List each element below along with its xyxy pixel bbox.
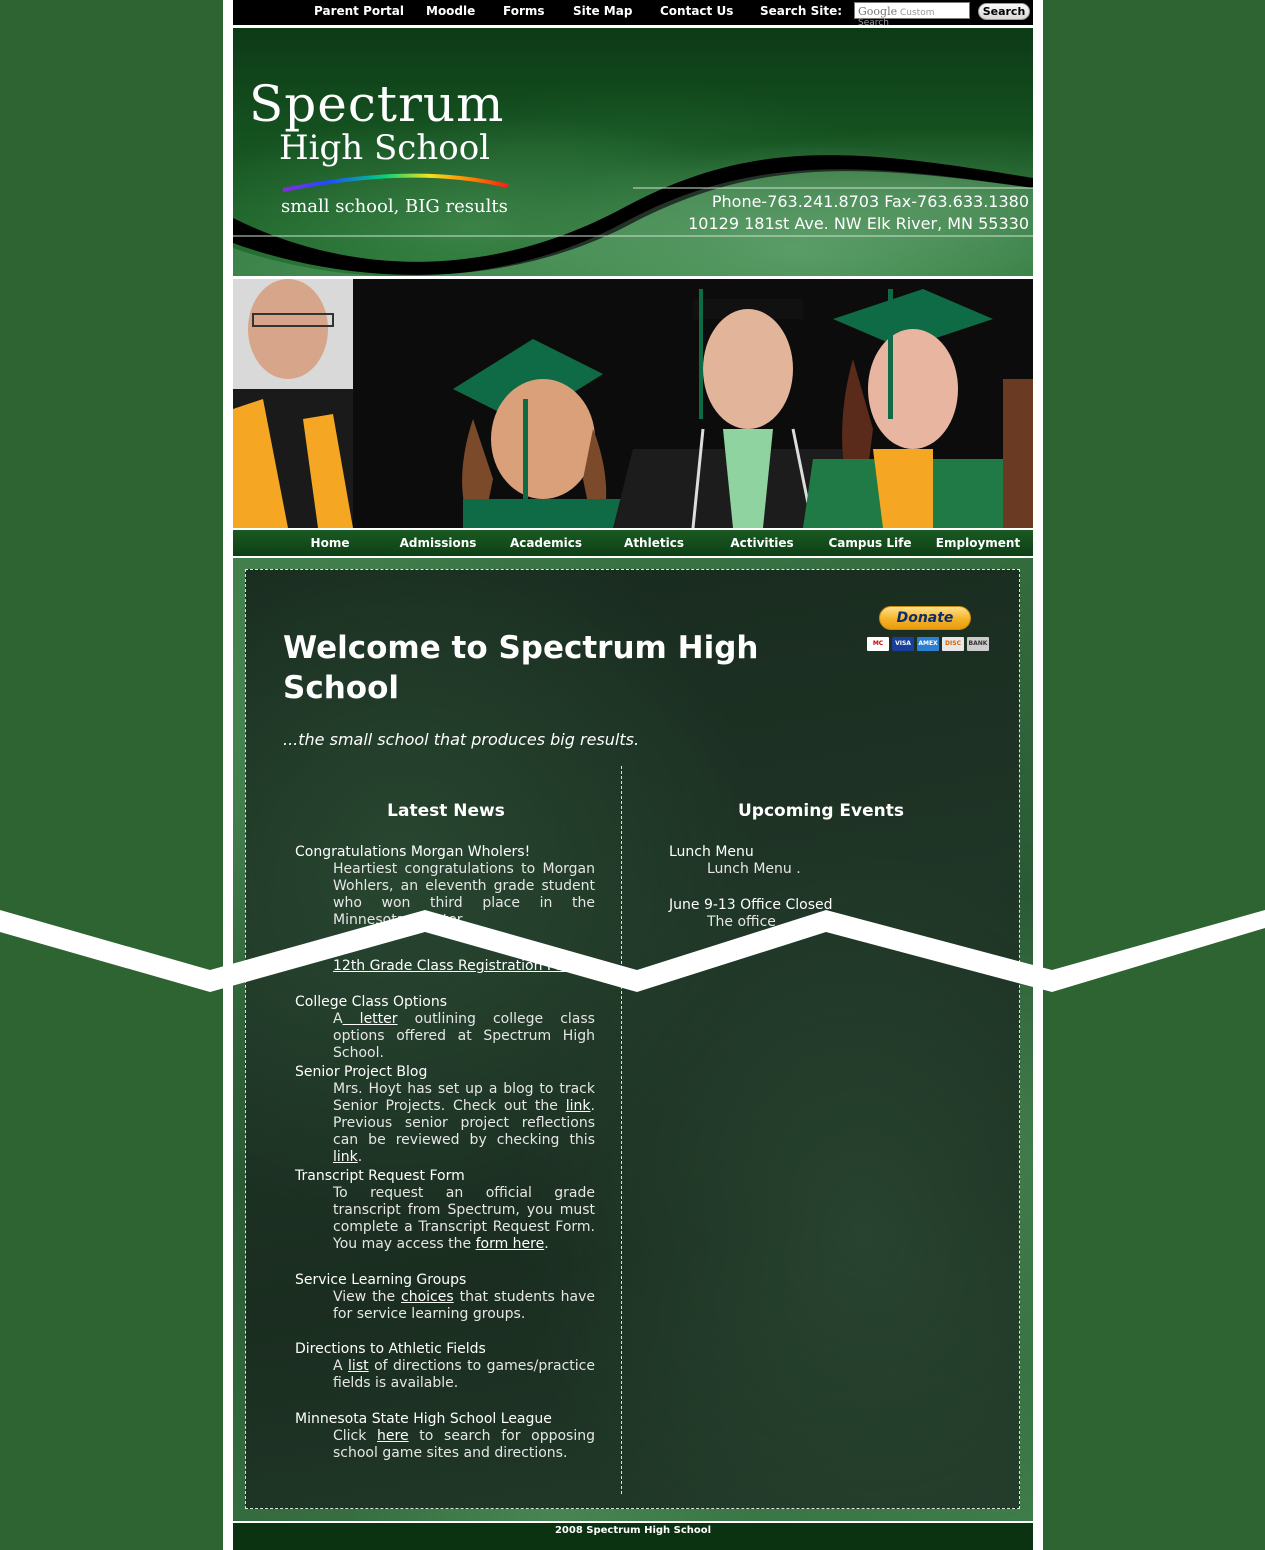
nav-campus-life[interactable]: Campus Life [820, 536, 920, 550]
column-divider [621, 766, 622, 1494]
mastercard-icon: MC [867, 637, 889, 651]
news-title-mshsl: Minnesota State High School League [295, 1411, 552, 1427]
page-title: Welcome to Spectrum High School [283, 630, 759, 706]
news-title-morgan: Congratulations Morgan Wholers! [295, 844, 531, 860]
directions-list-link[interactable]: list [348, 1358, 369, 1374]
parent-portal-link[interactable]: Parent Portal [314, 4, 404, 18]
graduates-illustration [233, 279, 1033, 528]
news-body-senior: Mrs. Hoyt has set up a blog to track Sen… [333, 1081, 595, 1165]
news-title-senior: Senior Project Blog [295, 1064, 428, 1080]
contact-us-link[interactable]: Contact Us [660, 4, 733, 18]
transcript-form-link[interactable]: form here [476, 1236, 545, 1252]
news-title-transcript: Transcript Request Form [295, 1168, 465, 1184]
service-choices-link[interactable]: choices [401, 1289, 454, 1305]
footer-copyright: 2008 Spectrum High School [554, 1525, 712, 1536]
nav-employment[interactable]: Employment [928, 536, 1028, 550]
senior-blog-link[interactable]: link [566, 1098, 591, 1114]
graduation-photo [233, 279, 1033, 528]
search-button[interactable]: Search [978, 3, 1030, 20]
search-label: Search Site: [760, 4, 843, 18]
top-bar: Parent Portal Moodle Forms Site Map Cont… [233, 0, 1033, 28]
main-nav: Home Admissions Academics Athletics Acti… [233, 530, 1033, 556]
letter-link[interactable]: letter [343, 1011, 398, 1027]
senior-reflections-link[interactable]: link [333, 1149, 358, 1165]
news-body-transcript: To request an official grade transcript … [333, 1185, 595, 1252]
payment-cards: MC VISA AMEX DISC BANK [867, 637, 989, 651]
logo-title: Spectrum [249, 75, 505, 133]
logo-tagline: small school, BIG results [281, 196, 508, 217]
amex-icon: AMEX [917, 637, 939, 651]
event-title-lunch[interactable]: Lunch Menu [669, 844, 754, 860]
nav-home[interactable]: Home [280, 536, 380, 550]
news-body-service: View the choices that students have for … [333, 1289, 595, 1322]
page-cut-overlay [0, 910, 1265, 992]
nav-academics[interactable]: Academics [496, 536, 596, 550]
content-panel: Welcome to Spectrum High School ...the s… [245, 569, 1020, 1509]
event-body-lunch: Lunch Menu . [707, 861, 801, 877]
content-area: Welcome to Spectrum High School ...the s… [233, 558, 1033, 1521]
mshsl-here-link[interactable]: here [377, 1428, 409, 1444]
nav-admissions[interactable]: Admissions [388, 536, 488, 550]
phone-fax: Phone-763.241.8703 Fax-763.633.1380 [711, 192, 1029, 211]
site-map-link[interactable]: Site Map [573, 4, 632, 18]
news-title-service: Service Learning Groups [295, 1272, 467, 1288]
search-input[interactable]: Google Custom Search [854, 2, 970, 28]
google-logo: Google [858, 5, 898, 18]
donate-button[interactable]: Donate [879, 606, 971, 630]
bank-icon: BANK [967, 637, 989, 651]
discover-icon: DISC [942, 637, 964, 651]
logo-subtitle: High School [279, 128, 491, 168]
news-title-directions: Directions to Athletic Fields [295, 1341, 486, 1357]
nav-athletics[interactable]: Athletics [604, 536, 704, 550]
site-wrapper: Parent Portal Moodle Forms Site Map Cont… [233, 0, 1033, 1550]
forms-link[interactable]: Forms [503, 4, 545, 18]
upcoming-events-heading: Upcoming Events [737, 801, 905, 821]
visa-icon: VISA [892, 637, 914, 651]
news-body-mshsl: Click here to search for opposing school… [333, 1428, 595, 1461]
footer: 2008 Spectrum High School [233, 1523, 1033, 1550]
moodle-link[interactable]: Moodle [426, 4, 475, 18]
news-body-directions: A list of directions to games/practice f… [333, 1358, 595, 1391]
header-banner: Spectrum High School small school, BIG r… [233, 28, 1033, 276]
news-body-college: A letter outlining college class options… [333, 1011, 595, 1061]
address: 10129 181st Ave. NW Elk River, MN 55330 [688, 214, 1029, 233]
page-tagline: ...the small school that produces big re… [283, 730, 640, 749]
latest-news-heading: Latest News [387, 801, 505, 821]
nav-activities[interactable]: Activities [712, 536, 812, 550]
